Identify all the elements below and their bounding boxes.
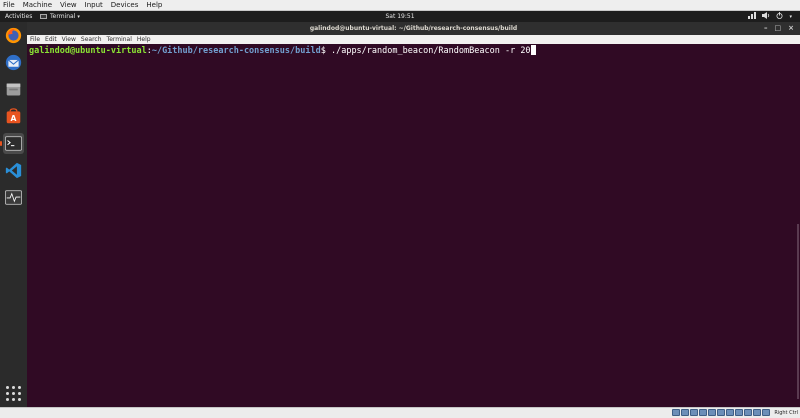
terminal-titlebar[interactable]: galindod@ubuntu-virtual: ~/Github/resear… — [27, 22, 800, 35]
gnome-top-bar: Activities Terminal ▾ Sat 19:51 ▾ — [0, 11, 800, 22]
terminal-menubar: File Edit View Search Terminal Help — [27, 35, 800, 44]
network-adapter-icon[interactable] — [699, 409, 708, 416]
vbox-statusbar: Right Ctrl — [0, 407, 800, 418]
shared-folders-icon[interactable] — [717, 409, 726, 416]
clock[interactable]: Sat 19:51 — [0, 13, 800, 20]
thunderbird-icon[interactable] — [3, 52, 24, 73]
terminal-output[interactable]: galindod@ubuntu-virtual:~/Github/researc… — [27, 44, 800, 407]
volume-icon — [762, 12, 770, 21]
audio-icon[interactable] — [690, 409, 699, 416]
show-applications-button[interactable] — [3, 383, 24, 404]
vbox-menu-input[interactable]: Input — [85, 0, 103, 11]
terminal-menu-view[interactable]: View — [62, 36, 76, 43]
dock: A — [0, 22, 27, 407]
software-center-icon[interactable]: A — [3, 106, 24, 127]
network-icon — [748, 12, 757, 21]
close-icon[interactable]: × — [788, 24, 794, 32]
maximize-icon[interactable]: □ — [775, 24, 782, 32]
terminal-menu-help[interactable]: Help — [137, 36, 151, 43]
vbox-menubar: File Machine View Input Devices Help — [0, 0, 800, 11]
scrollbar[interactable] — [797, 224, 799, 399]
vbox-menu-machine[interactable]: Machine — [23, 0, 52, 11]
text-cursor — [530, 45, 536, 55]
chevron-down-icon: ▾ — [789, 13, 792, 20]
system-tray[interactable]: ▾ — [748, 12, 792, 21]
prompt-symbol: $ — [320, 46, 331, 56]
vbox-menu-view[interactable]: View — [60, 0, 77, 11]
terminal-menu-terminal[interactable]: Terminal — [107, 36, 132, 43]
mouse-integration-icon[interactable] — [753, 409, 762, 416]
vbox-menu-devices[interactable]: Devices — [111, 0, 139, 11]
vbox-status-icons: Right Ctrl — [672, 409, 798, 416]
minimize-icon[interactable]: – — [764, 24, 768, 32]
power-icon — [776, 12, 783, 21]
files-icon[interactable] — [3, 79, 24, 100]
prompt-user: galindod@ubuntu-virtual — [29, 46, 147, 56]
usb-icon[interactable] — [708, 409, 717, 416]
prompt-path: ~/Github/research-consensus/build — [151, 46, 321, 56]
terminal-menu-edit[interactable]: Edit — [45, 36, 57, 43]
system-monitor-icon[interactable] — [3, 187, 24, 208]
svg-text:A: A — [11, 114, 17, 123]
display-icon[interactable] — [726, 409, 735, 416]
cpu-icon[interactable] — [744, 409, 753, 416]
terminal-menu-search[interactable]: Search — [81, 36, 102, 43]
window-controls: – □ × — [764, 24, 794, 32]
terminal-menu-file[interactable]: File — [30, 36, 40, 43]
vbox-menu-file[interactable]: File — [3, 0, 15, 11]
command-line[interactable]: galindod@ubuntu-virtual:~/Github/researc… — [29, 45, 536, 57]
vscode-icon[interactable] — [3, 160, 24, 181]
host-key-label: Right Ctrl — [774, 409, 798, 416]
hard-disk-icon[interactable] — [672, 409, 681, 416]
window-title: galindod@ubuntu-virtual: ~/Github/resear… — [309, 25, 518, 32]
vbox-menu-help[interactable]: Help — [146, 0, 162, 11]
optical-drive-icon[interactable] — [681, 409, 690, 416]
command-text: ./apps/random_beacon/RandomBeacon -r 20 — [330, 46, 531, 56]
keyboard-icon[interactable] — [762, 409, 771, 416]
recording-icon[interactable] — [735, 409, 744, 416]
firefox-icon[interactable] — [3, 25, 24, 46]
terminal-icon[interactable] — [0, 133, 24, 154]
